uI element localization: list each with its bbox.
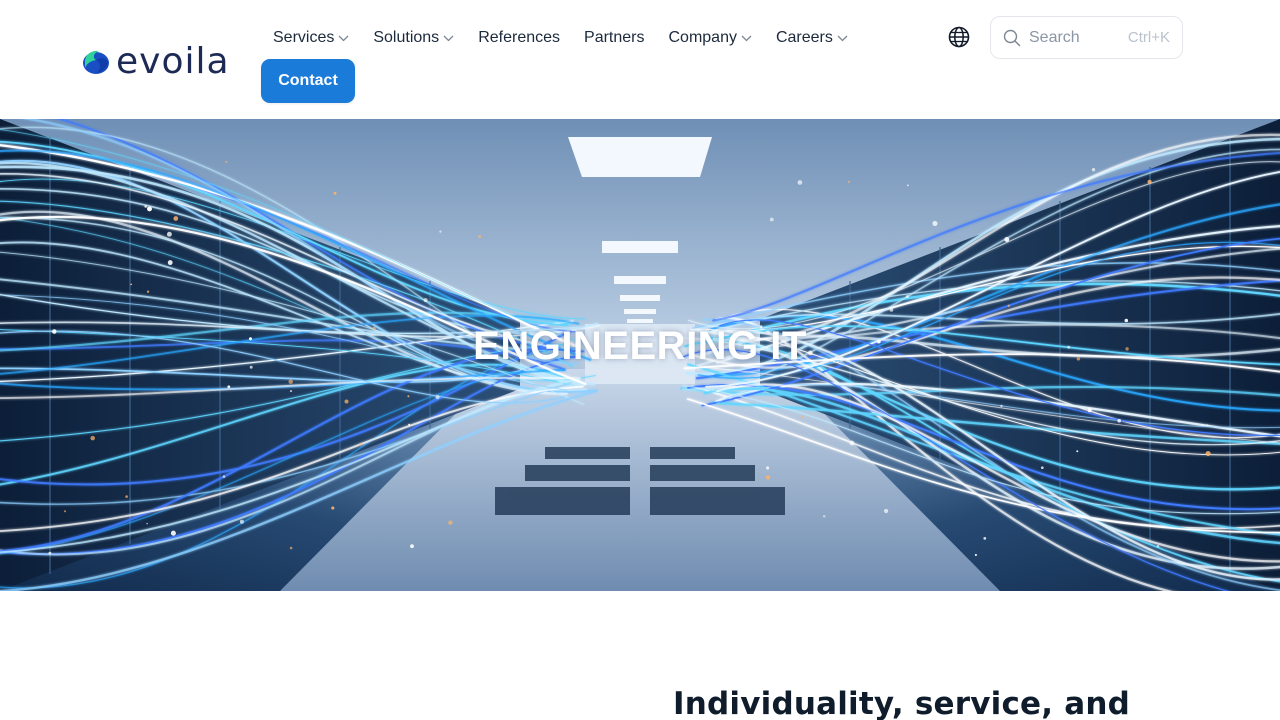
logo-wordmark: evoila bbox=[116, 41, 230, 82]
light-dot bbox=[983, 537, 987, 540]
nav-item-label: Solutions bbox=[373, 29, 440, 46]
light-dot bbox=[344, 399, 349, 404]
light-dot bbox=[766, 466, 770, 470]
nav-item-solutions[interactable]: Solutions bbox=[373, 29, 454, 47]
nav-item-label: References bbox=[478, 29, 561, 46]
light-dot bbox=[239, 519, 244, 524]
light-dot bbox=[974, 553, 977, 557]
light-dot bbox=[847, 180, 851, 184]
light-dot bbox=[170, 530, 176, 536]
light-dot bbox=[905, 295, 909, 298]
chevron-down-icon bbox=[837, 35, 848, 41]
search-icon bbox=[1003, 29, 1021, 46]
light-dot bbox=[439, 230, 442, 233]
light-dot bbox=[1040, 466, 1044, 470]
nav-item-label: Services bbox=[273, 29, 335, 46]
light-dot bbox=[408, 423, 411, 426]
light-dot bbox=[410, 544, 414, 549]
light-dot bbox=[222, 475, 226, 478]
light-dot bbox=[227, 385, 231, 389]
light-dot bbox=[797, 180, 803, 185]
light-dot bbox=[884, 508, 889, 514]
light-dot bbox=[1147, 179, 1152, 184]
light-dot bbox=[822, 515, 826, 518]
nav-item-partners[interactable]: Partners bbox=[584, 29, 644, 47]
site-header: evoila Services Solutions References Par… bbox=[0, 0, 1280, 119]
light-dot bbox=[331, 506, 335, 510]
search-shortcut-hint: Ctrl+K bbox=[1127, 29, 1170, 46]
search-input[interactable] bbox=[1029, 28, 1119, 47]
light-dot bbox=[144, 205, 147, 208]
hero-banner: ENGINEERING IT bbox=[0, 119, 1280, 591]
light-dot bbox=[1117, 418, 1122, 423]
nav-item-company[interactable]: Company bbox=[668, 29, 752, 47]
light-dot bbox=[765, 475, 771, 480]
chevron-down-icon bbox=[443, 35, 454, 41]
light-dot bbox=[423, 298, 428, 303]
light-dot bbox=[1124, 318, 1129, 323]
light-dot bbox=[1091, 168, 1096, 172]
chevron-down-icon bbox=[338, 35, 349, 41]
light-dot bbox=[435, 395, 440, 400]
light-dot bbox=[769, 217, 774, 222]
intro-heading: Individuality, service, and bbox=[673, 686, 1131, 720]
light-dot bbox=[289, 390, 293, 393]
logo-link[interactable]: evoila bbox=[82, 44, 230, 80]
light-dot bbox=[1076, 450, 1079, 453]
light-dot bbox=[147, 206, 152, 212]
light-dot bbox=[63, 510, 67, 513]
chevron-down-icon bbox=[741, 35, 752, 41]
light-dot bbox=[146, 522, 148, 525]
light-dot bbox=[448, 520, 453, 525]
light-dot bbox=[932, 220, 938, 226]
light-dot bbox=[1087, 408, 1092, 413]
light-dot bbox=[407, 395, 410, 398]
light-dot bbox=[225, 160, 228, 164]
nav-item-services[interactable]: Services bbox=[273, 29, 349, 47]
light-dot bbox=[166, 231, 172, 237]
light-dot bbox=[1206, 424, 1209, 426]
light-dot bbox=[48, 551, 52, 555]
light-dot bbox=[801, 415, 805, 419]
light-dot bbox=[1000, 404, 1003, 408]
light-dot bbox=[889, 308, 894, 312]
light-dot bbox=[1007, 304, 1010, 307]
light-dot bbox=[90, 435, 95, 441]
light-dot bbox=[146, 290, 150, 293]
light-dot bbox=[125, 495, 128, 498]
globe-icon[interactable] bbox=[948, 26, 970, 48]
nav-item-careers[interactable]: Careers bbox=[776, 29, 848, 47]
light-dot bbox=[289, 546, 293, 550]
light-dot bbox=[173, 216, 179, 221]
nav-item-label: Careers bbox=[775, 29, 833, 46]
hero-title: ENGINEERING IT bbox=[473, 324, 807, 368]
nav-item-label: Company bbox=[668, 29, 737, 46]
light-dot bbox=[478, 235, 481, 238]
light-dot bbox=[1004, 237, 1010, 242]
light-dot bbox=[1205, 450, 1211, 457]
nav-item-references[interactable]: References bbox=[478, 29, 560, 47]
light-dot bbox=[907, 184, 909, 187]
search-box[interactable]: Ctrl+K bbox=[990, 16, 1183, 59]
light-dot bbox=[130, 283, 133, 286]
evoila-logo-icon bbox=[83, 50, 109, 74]
nav-item-label: Partners bbox=[584, 29, 645, 46]
light-dot bbox=[849, 440, 855, 446]
light-dot bbox=[1156, 545, 1160, 548]
main-nav: Services Solutions References Partners C… bbox=[273, 26, 872, 50]
light-dot bbox=[288, 379, 293, 384]
contact-button[interactable]: Contact bbox=[261, 59, 355, 103]
light-dot bbox=[167, 260, 173, 266]
light-dot bbox=[333, 191, 337, 195]
light-dot bbox=[359, 442, 363, 446]
